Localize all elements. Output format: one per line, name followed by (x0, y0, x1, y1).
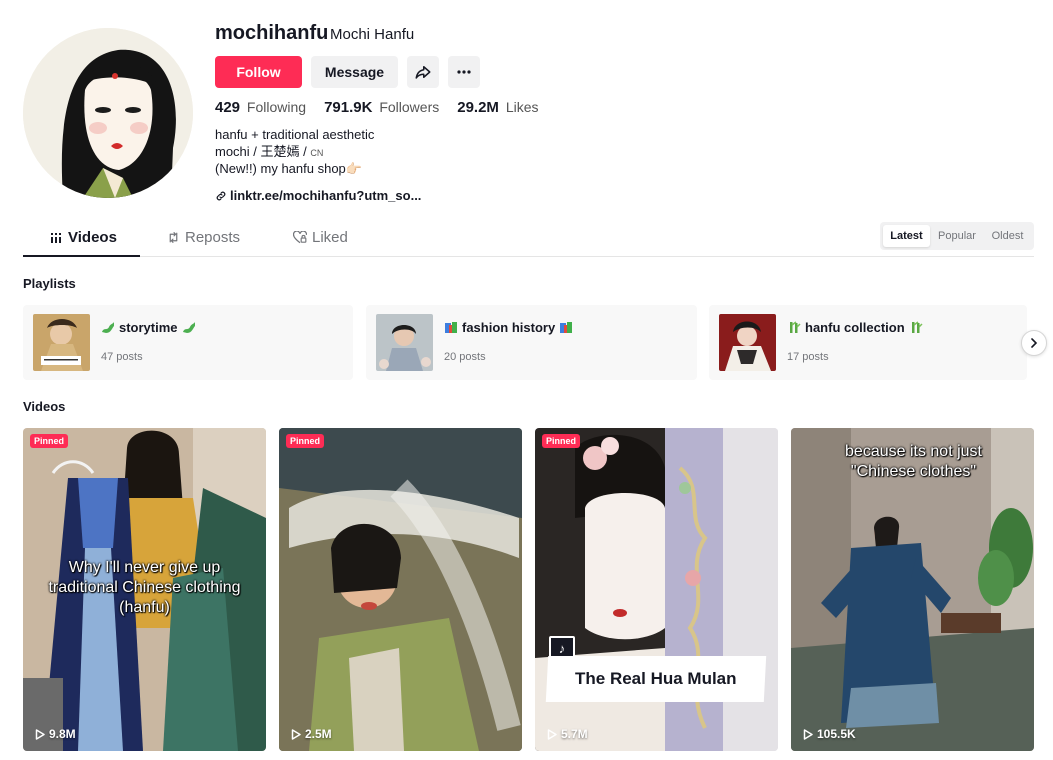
tab-label: Liked (312, 229, 348, 246)
share-button[interactable] (407, 56, 439, 88)
tab-reposts[interactable]: Reposts (167, 229, 240, 246)
sort-toggle: Latest Popular Oldest (880, 222, 1034, 250)
playlist-count: 47 posts (101, 351, 143, 363)
playlist-name: fashion history (462, 320, 556, 335)
video-caption: Why I'll never give up traditional Chine… (48, 559, 241, 616)
follow-button[interactable]: Follow (215, 56, 302, 88)
view-count: 2.5M (305, 727, 332, 741)
avatar-illustration (23, 28, 193, 198)
link-icon (216, 191, 226, 200)
video-caption: because its not just "Chinese clothes" (845, 443, 982, 480)
playlist-card-storytime[interactable]: storytime 47 posts (23, 305, 353, 380)
playlist-title: storytime (101, 320, 196, 335)
tab-label: Reposts (185, 229, 241, 246)
followers-stat[interactable]: 791.9K Followers (324, 99, 439, 116)
play-icon (35, 728, 45, 740)
playlist-name: hanfu collection (805, 320, 905, 335)
likes-stat: 29.2M Likes (457, 99, 538, 116)
active-tab-indicator (23, 255, 140, 257)
video-card[interactable]: Pinned 2.5M (279, 428, 522, 751)
playlist-thumbnail (33, 314, 90, 371)
more-options-button[interactable] (448, 56, 480, 88)
grid-icon (51, 232, 61, 243)
books-emoji-icon (445, 322, 457, 333)
followers-label: Followers (379, 99, 440, 115)
message-button[interactable]: Message (311, 56, 398, 88)
video-caption-banner: The Real Hua Mulan (545, 656, 767, 702)
following-label: Following (246, 99, 307, 115)
bio-line: mochi / 王楚嫣 / CN (215, 144, 374, 162)
play-icon (291, 728, 301, 740)
tab-videos[interactable]: Videos (51, 229, 117, 246)
pinned-badge: Pinned (286, 434, 325, 448)
playlist-title: hanfu collection (787, 320, 923, 335)
tab-label: Videos (68, 229, 117, 246)
sort-latest[interactable]: Latest (883, 225, 930, 247)
heart-lock-icon (293, 231, 307, 244)
profile-link[interactable]: linktr.ee/mochihanfu?utm_so... (215, 188, 421, 203)
followers-count: 791.9K (324, 99, 373, 116)
playlist-count: 17 posts (787, 351, 829, 363)
playlists-heading: Playlists (23, 276, 76, 291)
share-icon (415, 66, 431, 79)
video-views: 5.7M (547, 727, 588, 741)
sort-popular[interactable]: Popular (933, 225, 981, 247)
playlist-thumbnail (719, 314, 776, 371)
chevron-right-icon (1031, 338, 1038, 348)
video-caption: The Real Hua Mulan (575, 669, 737, 688)
following-count: 429 (215, 99, 241, 116)
profile-username: mochihanfu (215, 22, 329, 44)
bio-text: mochi / 王楚嫣 / (215, 143, 311, 159)
more-dots-icon (457, 70, 471, 74)
videos-heading: Videos (23, 399, 66, 414)
profile-avatar[interactable] (23, 28, 193, 198)
likes-count: 29.2M (457, 99, 499, 116)
video-card[interactable]: Pinned ♪ The Real Hua Mulan 5.7M (535, 428, 778, 751)
profile-nickname: Mochi Hanfu (330, 26, 415, 43)
profile-stats: 429 Following 791.9K Followers 29.2M Lik… (215, 99, 539, 116)
bio-line: (New!!) my hanfu shop👉🏻 (215, 161, 362, 176)
tab-liked[interactable]: Liked (293, 229, 348, 246)
following-stat[interactable]: 429 Following (215, 99, 306, 116)
video-thumbnail (535, 428, 778, 751)
dragon-emoji-icon (102, 322, 114, 333)
view-count: 105.5K (817, 727, 856, 741)
video-card[interactable]: because its not just "Chinese clothes" 1… (791, 428, 1034, 751)
view-count: 9.8M (49, 727, 76, 741)
playlist-card-hanfu-collection[interactable]: hanfu collection 17 posts (709, 305, 1027, 380)
playlists-next-button[interactable] (1021, 330, 1047, 356)
video-views: 9.8M (35, 727, 76, 741)
video-views: 105.5K (803, 727, 856, 741)
playlist-title: fashion history (444, 320, 573, 335)
view-count: 5.7M (561, 727, 588, 741)
video-thumbnail (279, 428, 522, 751)
bamboo-emoji-icon (911, 321, 923, 333)
link-text: linktr.ee/mochihanfu?utm_so... (230, 188, 422, 203)
profile-bio: hanfu + traditional aesthetic mochi / 王楚… (215, 127, 374, 178)
video-views: 2.5M (291, 727, 332, 741)
play-icon (547, 728, 557, 740)
sort-oldest[interactable]: Oldest (984, 225, 1031, 247)
bio-line: hanfu + traditional aesthetic (215, 127, 375, 142)
play-icon (803, 728, 813, 740)
flag-cn: CN (310, 147, 324, 158)
pinned-badge: Pinned (542, 434, 581, 448)
playlist-thumbnail (376, 314, 433, 371)
likes-label: Likes (505, 99, 539, 115)
dragon-emoji-icon (182, 322, 195, 333)
playlist-name: storytime (119, 320, 178, 335)
bamboo-emoji-icon (790, 321, 801, 333)
books-emoji-icon (560, 322, 573, 333)
video-card[interactable]: Pinned Why I'll never give up traditiona… (23, 428, 266, 751)
playlist-count: 20 posts (444, 351, 486, 363)
pinned-badge: Pinned (30, 434, 69, 448)
playlist-card-fashion-history[interactable]: fashion history 20 posts (366, 305, 697, 380)
repost-icon (169, 232, 178, 243)
